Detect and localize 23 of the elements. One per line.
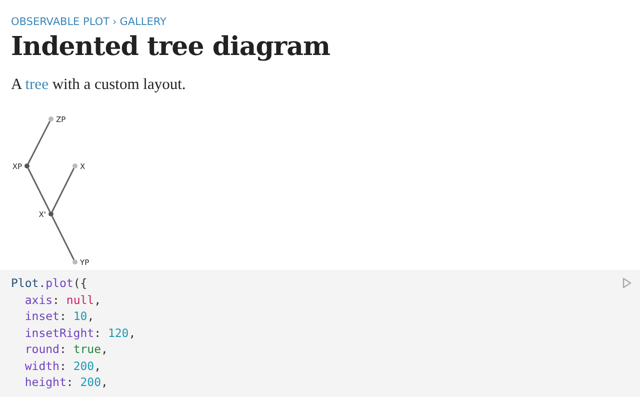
code-line: Plot.plot({ — [11, 275, 88, 292]
tree-link[interactable]: tree — [25, 76, 48, 93]
play-icon[interactable] — [622, 277, 632, 289]
tree-link-line — [27, 120, 51, 164]
code-line: height: 200, — [24, 374, 108, 390]
tree-node — [72, 164, 78, 168]
code-line: axis: null, — [24, 292, 102, 308]
page-title: Indented tree diagram — [11, 31, 331, 64]
code-line: width: 200, — [24, 358, 102, 374]
tree-link-line — [27, 168, 51, 212]
tree-node — [48, 212, 54, 216]
tree-node — [24, 164, 30, 168]
breadcrumb-separator: › — [112, 16, 117, 28]
breadcrumb-link[interactable]: OBSERVABLE PLOT — [11, 16, 110, 28]
code-line: round: true, — [24, 341, 108, 358]
tree-link-line — [51, 168, 75, 212]
intro-text: A tree with a custom layout. — [11, 76, 187, 94]
code-line: insetRight: 120, — [24, 324, 136, 341]
tree-node — [48, 116, 54, 122]
tree-link-line — [51, 216, 75, 260]
code-line: inset: 10, — [24, 308, 94, 324]
breadcrumb-link[interactable]: GALLERY — [120, 16, 166, 28]
tree-node — [72, 260, 78, 264]
